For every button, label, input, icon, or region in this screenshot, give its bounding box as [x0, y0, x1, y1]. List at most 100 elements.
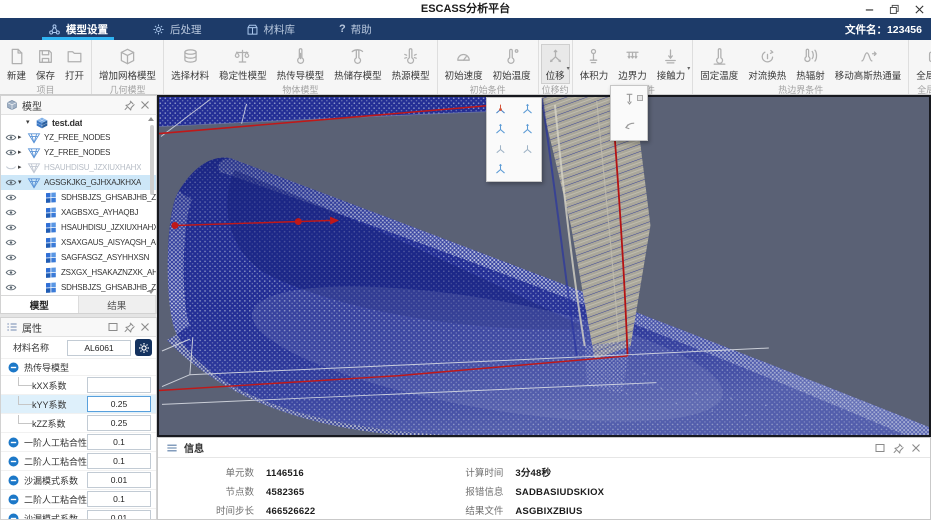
convection-button[interactable]: 对流换热 — [743, 44, 791, 84]
tree-item[interactable]: SDHSBJZS_GHSABJHB_ZAHU — [1, 280, 156, 295]
tripod-blue-option[interactable] — [514, 99, 541, 119]
heat-conduction-button[interactable]: 热传导模型 — [272, 44, 330, 84]
close-icon[interactable] — [139, 99, 151, 111]
tripod-blue-option[interactable] — [514, 119, 541, 139]
menu-tab-postprocess[interactable]: 后处理 — [130, 18, 224, 40]
maximize-icon[interactable] — [107, 321, 119, 333]
tripod-gray-option[interactable] — [514, 139, 541, 159]
visibility-eye-icon[interactable] — [4, 177, 18, 188]
property-input[interactable]: 0.1 — [87, 491, 151, 507]
scroll-thumb[interactable] — [149, 125, 154, 195]
sidebar-tabs: 模型 结果 — [1, 295, 156, 313]
gauss-heat-flux-button[interactable]: 移动高斯热通量 — [830, 44, 907, 84]
close-icon[interactable] — [910, 442, 922, 454]
collapse-minus-icon[interactable] — [8, 437, 19, 448]
viewport-3d[interactable] — [157, 85, 931, 437]
axes-colored-option[interactable] — [487, 99, 514, 119]
contact-force-button[interactable]: 接触力 ▾ — [652, 44, 690, 84]
close-icon[interactable] — [139, 321, 151, 333]
tree-item[interactable]: HSAUHDISU_JZXIUXHAHX — [1, 220, 156, 235]
property-input[interactable]: 0.01 — [87, 510, 151, 519]
minimize-icon[interactable] — [864, 4, 875, 15]
tree-item[interactable]: SDHSBJZS_GHSABJHB_ZAHU — [1, 190, 156, 205]
tree-scrollbar[interactable] — [147, 115, 155, 296]
initial-velocity-button[interactable]: 初始速度 — [440, 44, 488, 84]
property-input[interactable]: 0.1 — [87, 434, 151, 450]
maximize-icon[interactable] — [874, 442, 886, 454]
tree-item[interactable]: XAGBSXG_AYHAQBJ — [1, 205, 156, 220]
visibility-eye-icon[interactable] — [4, 252, 18, 263]
stability-button[interactable]: 稳定性模型 — [214, 44, 272, 84]
expand-arrow[interactable]: ▸ — [18, 148, 27, 157]
initial-temperature-button[interactable]: 初始温度 — [488, 44, 536, 84]
doc-new-icon — [7, 47, 26, 66]
visibility-eye-icon[interactable] — [4, 192, 18, 203]
body-force-button[interactable]: 体积力 — [575, 44, 614, 84]
visibility-hidden-icon[interactable] — [4, 162, 18, 173]
restore-icon[interactable] — [889, 4, 900, 15]
collapse-minus-icon[interactable] — [8, 475, 19, 486]
visibility-eye-icon[interactable] — [4, 237, 18, 248]
tree-item[interactable]: SAGFASGZ_ASYHHXSN — [1, 250, 156, 265]
global-settings-button[interactable]: 全局设置 — [911, 44, 931, 84]
expand-arrow[interactable]: ▾ — [18, 178, 27, 187]
tree-item[interactable]: ▸ YZ_FREE_NODES — [1, 130, 156, 145]
visibility-eye-icon[interactable] — [4, 267, 18, 278]
scroll-down-icon[interactable] — [148, 290, 154, 294]
palette-handle[interactable] — [637, 95, 643, 101]
folder-open-button[interactable]: 打开 — [60, 44, 89, 84]
property-input[interactable]: 0.25 — [87, 396, 151, 412]
doc-new-button[interactable]: 新建 — [2, 44, 31, 84]
expand-arrow[interactable]: ▾ — [26, 118, 35, 127]
pin-icon[interactable] — [892, 442, 904, 454]
material-settings-button[interactable] — [135, 339, 152, 356]
arrow-curve-left-option[interactable] — [622, 119, 637, 134]
tripod-blue-option[interactable] — [487, 119, 514, 139]
menu-tab-model-setup[interactable]: 模型设置 — [26, 18, 130, 40]
fixed-temperature-button[interactable]: 固定温度 — [695, 44, 743, 84]
tree-item[interactable]: ▸ YZ_FREE_NODES — [1, 145, 156, 160]
property-input[interactable] — [87, 377, 151, 393]
boundary-force-button[interactable]: 边界力 — [613, 44, 652, 84]
pin-icon[interactable] — [123, 99, 135, 111]
info-field-label: 时间步长 — [215, 506, 254, 517]
pin-icon[interactable] — [123, 321, 135, 333]
expand-arrow[interactable]: ▸ — [18, 163, 27, 172]
menu-tab-material-lib[interactable]: 材料库 — [224, 18, 318, 40]
collapse-minus-icon[interactable] — [8, 494, 19, 505]
scroll-up-icon[interactable] — [148, 117, 154, 121]
save-button[interactable]: 保存 — [31, 44, 60, 84]
collapse-minus-icon[interactable] — [8, 362, 19, 373]
property-input[interactable]: 0.01 — [87, 472, 151, 488]
tree-item[interactable]: ▸ HSAUHDISU_JZXIUXHAHX — [1, 160, 156, 175]
visibility-eye-icon[interactable] — [4, 282, 18, 293]
heat-source-button[interactable]: 热源模型 — [387, 44, 435, 84]
menu-tab-help[interactable]: ? 帮助 — [317, 18, 394, 40]
add-mesh-button[interactable]: 增加网格模型 — [94, 44, 161, 84]
tree-item[interactable]: ZSXGX_HSAKAZNZXK_AHASX — [1, 265, 156, 280]
tree-item[interactable]: ▾ AGSGKJKG_GJHXAJKHXA — [1, 175, 156, 190]
radiation-button[interactable]: 热辐射 — [791, 44, 830, 84]
visibility-eye-icon[interactable] — [4, 147, 18, 158]
displacement-button[interactable]: 位移 ▾ — [540, 44, 570, 84]
tree-item[interactable]: XSAXGAUS_AISYAQSH_ASHX — [1, 235, 156, 250]
expand-arrow[interactable]: ▸ — [18, 133, 27, 142]
property-input[interactable]: 0.1 — [87, 453, 151, 469]
visibility-eye-icon[interactable] — [4, 132, 18, 143]
tab-results[interactable]: 结果 — [79, 296, 156, 313]
pin-arrow-down-option[interactable] — [622, 92, 637, 107]
tab-model[interactable]: 模型 — [1, 296, 79, 313]
heat-storage-button[interactable]: 热储存模型 — [329, 44, 387, 84]
collapse-minus-icon[interactable] — [8, 456, 19, 467]
visibility-eye-icon[interactable] — [4, 222, 18, 233]
close-icon[interactable] — [914, 4, 925, 15]
tripod-gray-option[interactable] — [487, 139, 514, 159]
collapse-minus-icon[interactable] — [8, 513, 19, 519]
visibility-eye-icon[interactable] — [4, 207, 18, 218]
material-db-button[interactable]: 选择材料 — [166, 44, 214, 84]
window-controls — [864, 0, 925, 18]
property-input[interactable]: AL6061 — [67, 339, 131, 356]
property-input[interactable]: 0.25 — [87, 415, 151, 431]
tripod-blue-option[interactable] — [487, 159, 514, 179]
tree-item[interactable]: ▾ test.dat — [1, 115, 156, 130]
